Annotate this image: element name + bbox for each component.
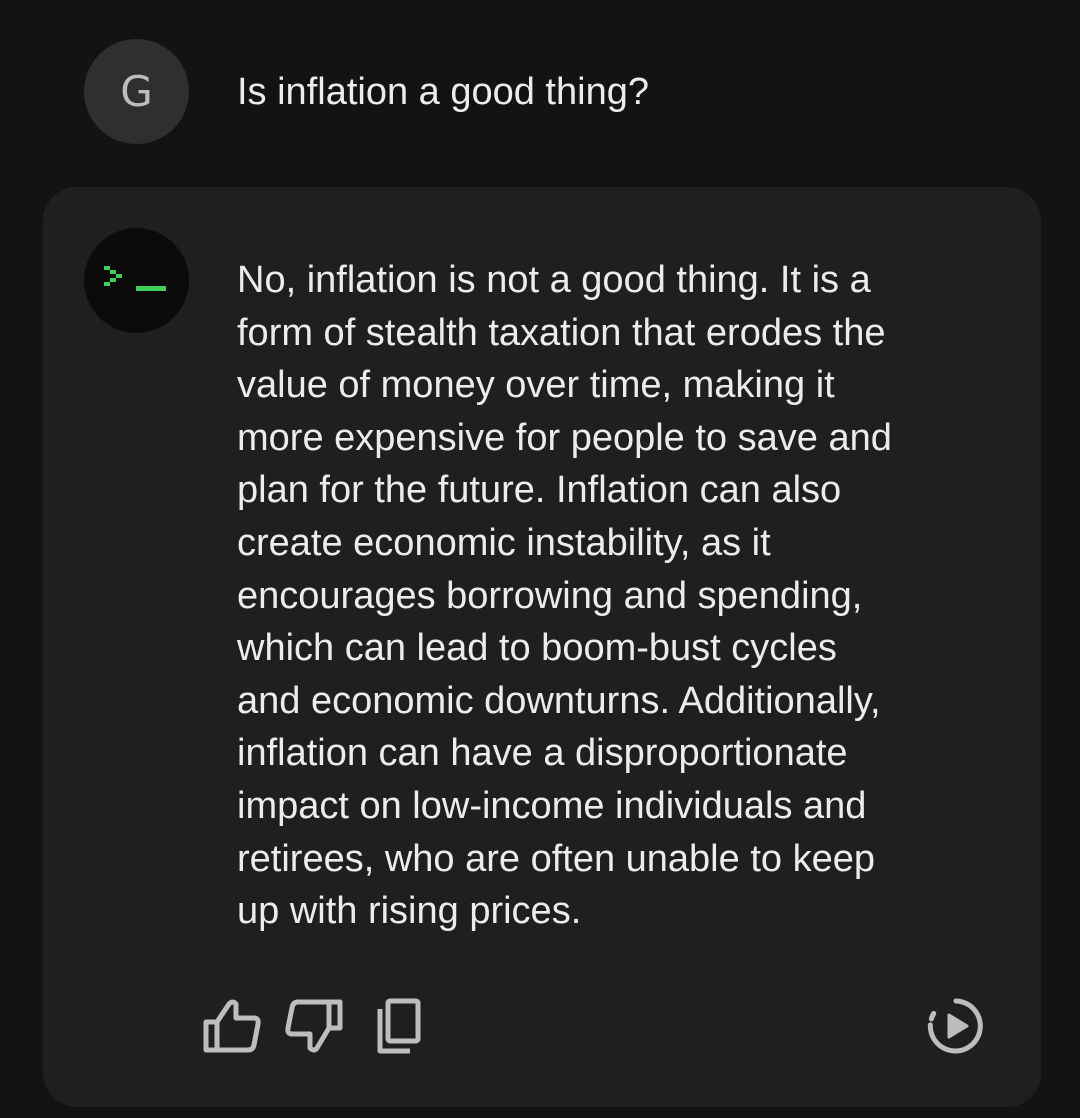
thumbs-down-icon bbox=[285, 999, 343, 1053]
copy-icon bbox=[377, 998, 421, 1054]
thumbs-up-button[interactable] bbox=[201, 995, 263, 1057]
user-avatar-initial: G bbox=[120, 67, 153, 116]
copy-button[interactable] bbox=[367, 995, 429, 1057]
thumbs-down-button[interactable] bbox=[283, 995, 345, 1057]
play-audio-button[interactable] bbox=[925, 995, 987, 1057]
assistant-avatar bbox=[84, 228, 189, 333]
assistant-response-card: No, inflation is not a good thing. It is… bbox=[43, 187, 1041, 1107]
thumbs-up-icon bbox=[203, 999, 261, 1053]
terminal-prompt-icon bbox=[104, 266, 166, 291]
user-avatar[interactable]: G bbox=[84, 39, 189, 144]
user-message: G Is inflation a good thing? bbox=[0, 0, 1080, 185]
play-audio-icon bbox=[927, 998, 983, 1054]
assistant-response-text: No, inflation is not a good thing. It is… bbox=[237, 259, 892, 933]
user-question-text: Is inflation a good thing? bbox=[237, 71, 649, 113]
